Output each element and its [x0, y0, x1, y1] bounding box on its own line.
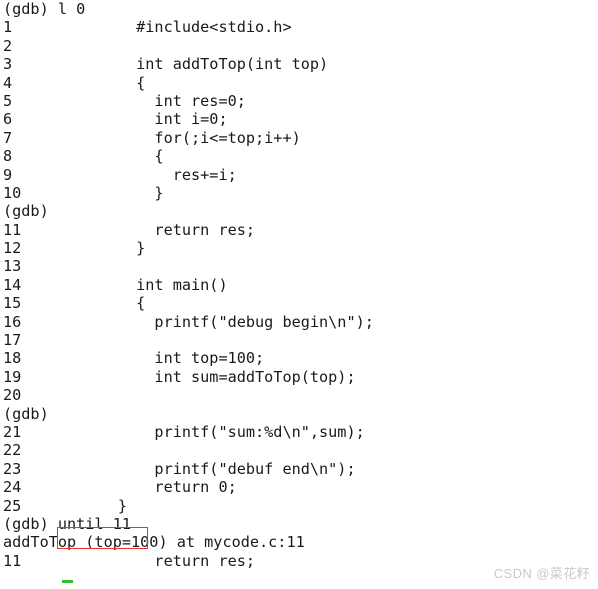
terminal-line: addToTop (top=100) at mycode.c:11 — [0, 533, 598, 551]
source-line-number: 14 — [3, 275, 22, 294]
source-line-number: 12 — [3, 239, 22, 258]
source-line-number: 2 — [3, 36, 13, 55]
source-line-number: 5 — [3, 91, 13, 110]
terminal-line: 5 int res=0; — [0, 92, 598, 110]
source-line-text: } — [63, 183, 164, 202]
source-line-text: int i=0; — [63, 110, 228, 129]
source-line-number: 16 — [3, 312, 22, 331]
source-line-text: printf("debug begin\n"); — [63, 312, 374, 331]
terminal-line: 9 res+=i; — [0, 166, 598, 184]
source-line-number: 7 — [3, 128, 13, 147]
terminal-line: 2 — [0, 37, 598, 55]
gdb-prompt-line: (gdb) l 0 — [3, 0, 86, 18]
terminal-line: 24 return 0; — [0, 478, 598, 496]
source-line-text: return res; — [63, 551, 256, 570]
source-line-number: 1 — [3, 18, 13, 37]
terminal-line: (gdb) — [0, 202, 598, 220]
terminal-line: 4 { — [0, 74, 598, 92]
source-line-text: #include<stdio.h> — [63, 18, 292, 37]
source-line-number: 24 — [3, 478, 22, 497]
terminal-line: 10 } — [0, 184, 598, 202]
terminal-line: (gdb) l 0 — [0, 0, 598, 18]
source-line-number: 25 — [3, 496, 22, 515]
source-line-number: 4 — [3, 73, 13, 92]
source-line-text: int addToTop(int top) — [63, 55, 329, 74]
source-line-text: return 0; — [63, 478, 237, 497]
terminal-line: 23 printf("debuf end\n"); — [0, 460, 598, 478]
source-line-number: 18 — [3, 349, 22, 368]
terminal-line: 17 — [0, 331, 598, 349]
source-line-number: 8 — [3, 147, 13, 166]
source-line-text: { — [63, 147, 164, 166]
source-line-number: 21 — [3, 422, 22, 441]
source-line-text: printf("debuf end\n"); — [63, 459, 356, 478]
source-line-text: for(;i<=top;i++) — [63, 128, 301, 147]
terminal-line: 25 } — [0, 497, 598, 515]
green-cursor-block — [62, 580, 73, 583]
source-line-text: return res; — [63, 220, 256, 239]
terminal-line: 15 { — [0, 294, 598, 312]
terminal-line: 3 int addToTop(int top) — [0, 55, 598, 73]
source-line-text: int res=0; — [63, 91, 246, 110]
terminal-line: 14 int main() — [0, 276, 598, 294]
source-line-text: printf("sum:%d\n",sum); — [63, 422, 365, 441]
terminal-line: (gdb) until 11 — [0, 515, 598, 533]
gdb-prompt-line: (gdb) — [3, 404, 49, 423]
source-line-text: } — [63, 239, 146, 258]
gdb-terminal[interactable]: (gdb) l 01 #include<stdio.h> 2 3 int addTo… — [0, 0, 598, 588]
terminal-line: 11 return res; — [0, 221, 598, 239]
terminal-line: (gdb) — [0, 405, 598, 423]
source-line-number: 13 — [3, 257, 22, 276]
terminal-line: 1 #include<stdio.h> — [0, 18, 598, 36]
terminal-line: 21 printf("sum:%d\n",sum); — [0, 423, 598, 441]
source-line-number: 23 — [3, 459, 22, 478]
source-line-number: 20 — [3, 386, 22, 405]
terminal-line: 20 — [0, 386, 598, 404]
terminal-line: 7 for(;i<=top;i++) — [0, 129, 598, 147]
terminal-line: 18 int top=100; — [0, 349, 598, 367]
source-line-number: 3 — [3, 55, 13, 74]
source-line-text: res+=i; — [63, 165, 237, 184]
source-line-text: int main() — [63, 275, 228, 294]
source-line-text: { — [63, 294, 146, 313]
gdb-output-line: addToTop (top=100) at mycode.c:11 — [3, 533, 305, 552]
terminal-line: 13 — [0, 257, 598, 275]
source-line-number: 10 — [3, 183, 22, 202]
source-line-text: int sum=addToTop(top); — [63, 367, 356, 386]
terminal-output: (gdb) l 01 #include<stdio.h> 2 3 int addTo… — [0, 0, 598, 589]
terminal-line: 16 printf("debug begin\n"); — [0, 313, 598, 331]
terminal-line: 19 int sum=addToTop(top); — [0, 368, 598, 386]
gdb-command-line[interactable]: (gdb) until 11 — [3, 515, 131, 533]
source-line-number: 19 — [3, 367, 22, 386]
source-line-text: int top=100; — [63, 349, 265, 368]
source-line-number: 17 — [3, 331, 22, 350]
source-line-number: 11 — [3, 220, 22, 239]
source-line-number: 15 — [3, 294, 22, 313]
terminal-line: 8 { — [0, 147, 598, 165]
csdn-watermark: CSDN @菜花籽 — [493, 566, 590, 581]
source-line-number: 11 — [3, 551, 22, 570]
source-line-number: 6 — [3, 110, 13, 129]
source-line-number: 9 — [3, 165, 13, 184]
terminal-line: 12 } — [0, 239, 598, 257]
source-line-number: 22 — [3, 441, 22, 460]
terminal-line: 22 — [0, 441, 598, 459]
source-line-text: } — [63, 496, 128, 515]
gdb-prompt-line: (gdb) — [3, 202, 49, 221]
source-line-text: { — [63, 73, 146, 92]
terminal-line: 6 int i=0; — [0, 110, 598, 128]
